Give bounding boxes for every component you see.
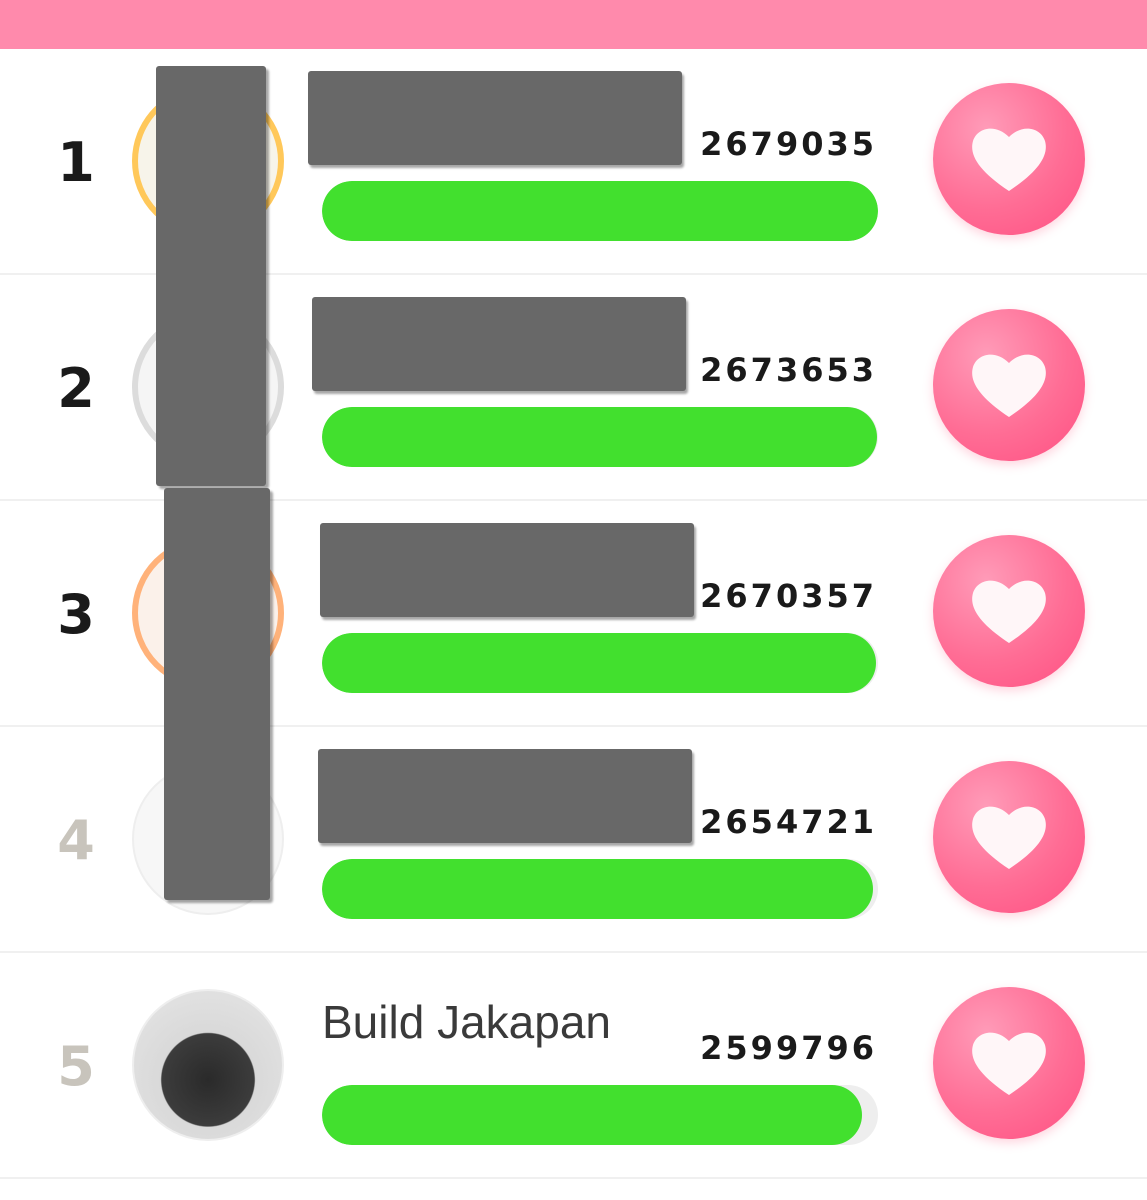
progress-fill bbox=[322, 181, 878, 241]
progress-fill bbox=[322, 1085, 862, 1145]
redacted-name bbox=[318, 749, 692, 843]
rank-number: 1 bbox=[57, 131, 95, 194]
vote-count: 2679035 bbox=[700, 125, 877, 163]
rank-number: 5 bbox=[57, 1035, 95, 1098]
vote-count: 2673653 bbox=[700, 351, 877, 389]
ranking-row: 5 Build Jakapan 2599796 bbox=[0, 953, 1147, 1179]
redaction-strip bbox=[156, 66, 266, 486]
redacted-name bbox=[320, 523, 694, 617]
vote-button[interactable] bbox=[933, 535, 1085, 687]
progress-bar bbox=[322, 633, 878, 693]
header-bar bbox=[0, 0, 1147, 49]
heart-icon bbox=[972, 1032, 1046, 1095]
vote-button[interactable] bbox=[933, 761, 1085, 913]
progress-bar bbox=[322, 859, 878, 919]
progress-fill bbox=[322, 633, 877, 693]
artist-name: Build Jakapan bbox=[322, 996, 611, 1048]
vote-count: 2670357 bbox=[700, 577, 877, 615]
progress-fill bbox=[322, 407, 877, 467]
rank-number: 3 bbox=[57, 583, 95, 646]
redacted-name bbox=[312, 297, 686, 391]
progress-bar bbox=[322, 1085, 878, 1145]
vote-button[interactable] bbox=[933, 83, 1085, 235]
avatar[interactable] bbox=[132, 989, 284, 1141]
rank-number: 2 bbox=[57, 357, 95, 420]
vote-button[interactable] bbox=[933, 987, 1085, 1139]
progress-bar bbox=[322, 407, 878, 467]
progress-bar bbox=[322, 181, 878, 241]
vote-count: 2654721 bbox=[700, 803, 877, 841]
heart-icon bbox=[972, 580, 1046, 643]
redaction-strip bbox=[164, 488, 270, 900]
heart-icon bbox=[972, 354, 1046, 417]
progress-fill bbox=[322, 859, 873, 919]
vote-count: 2599796 bbox=[700, 1029, 877, 1067]
heart-icon bbox=[972, 806, 1046, 869]
redacted-name bbox=[308, 71, 682, 165]
vote-button[interactable] bbox=[933, 309, 1085, 461]
rank-number: 4 bbox=[57, 809, 95, 872]
heart-icon bbox=[972, 128, 1046, 191]
